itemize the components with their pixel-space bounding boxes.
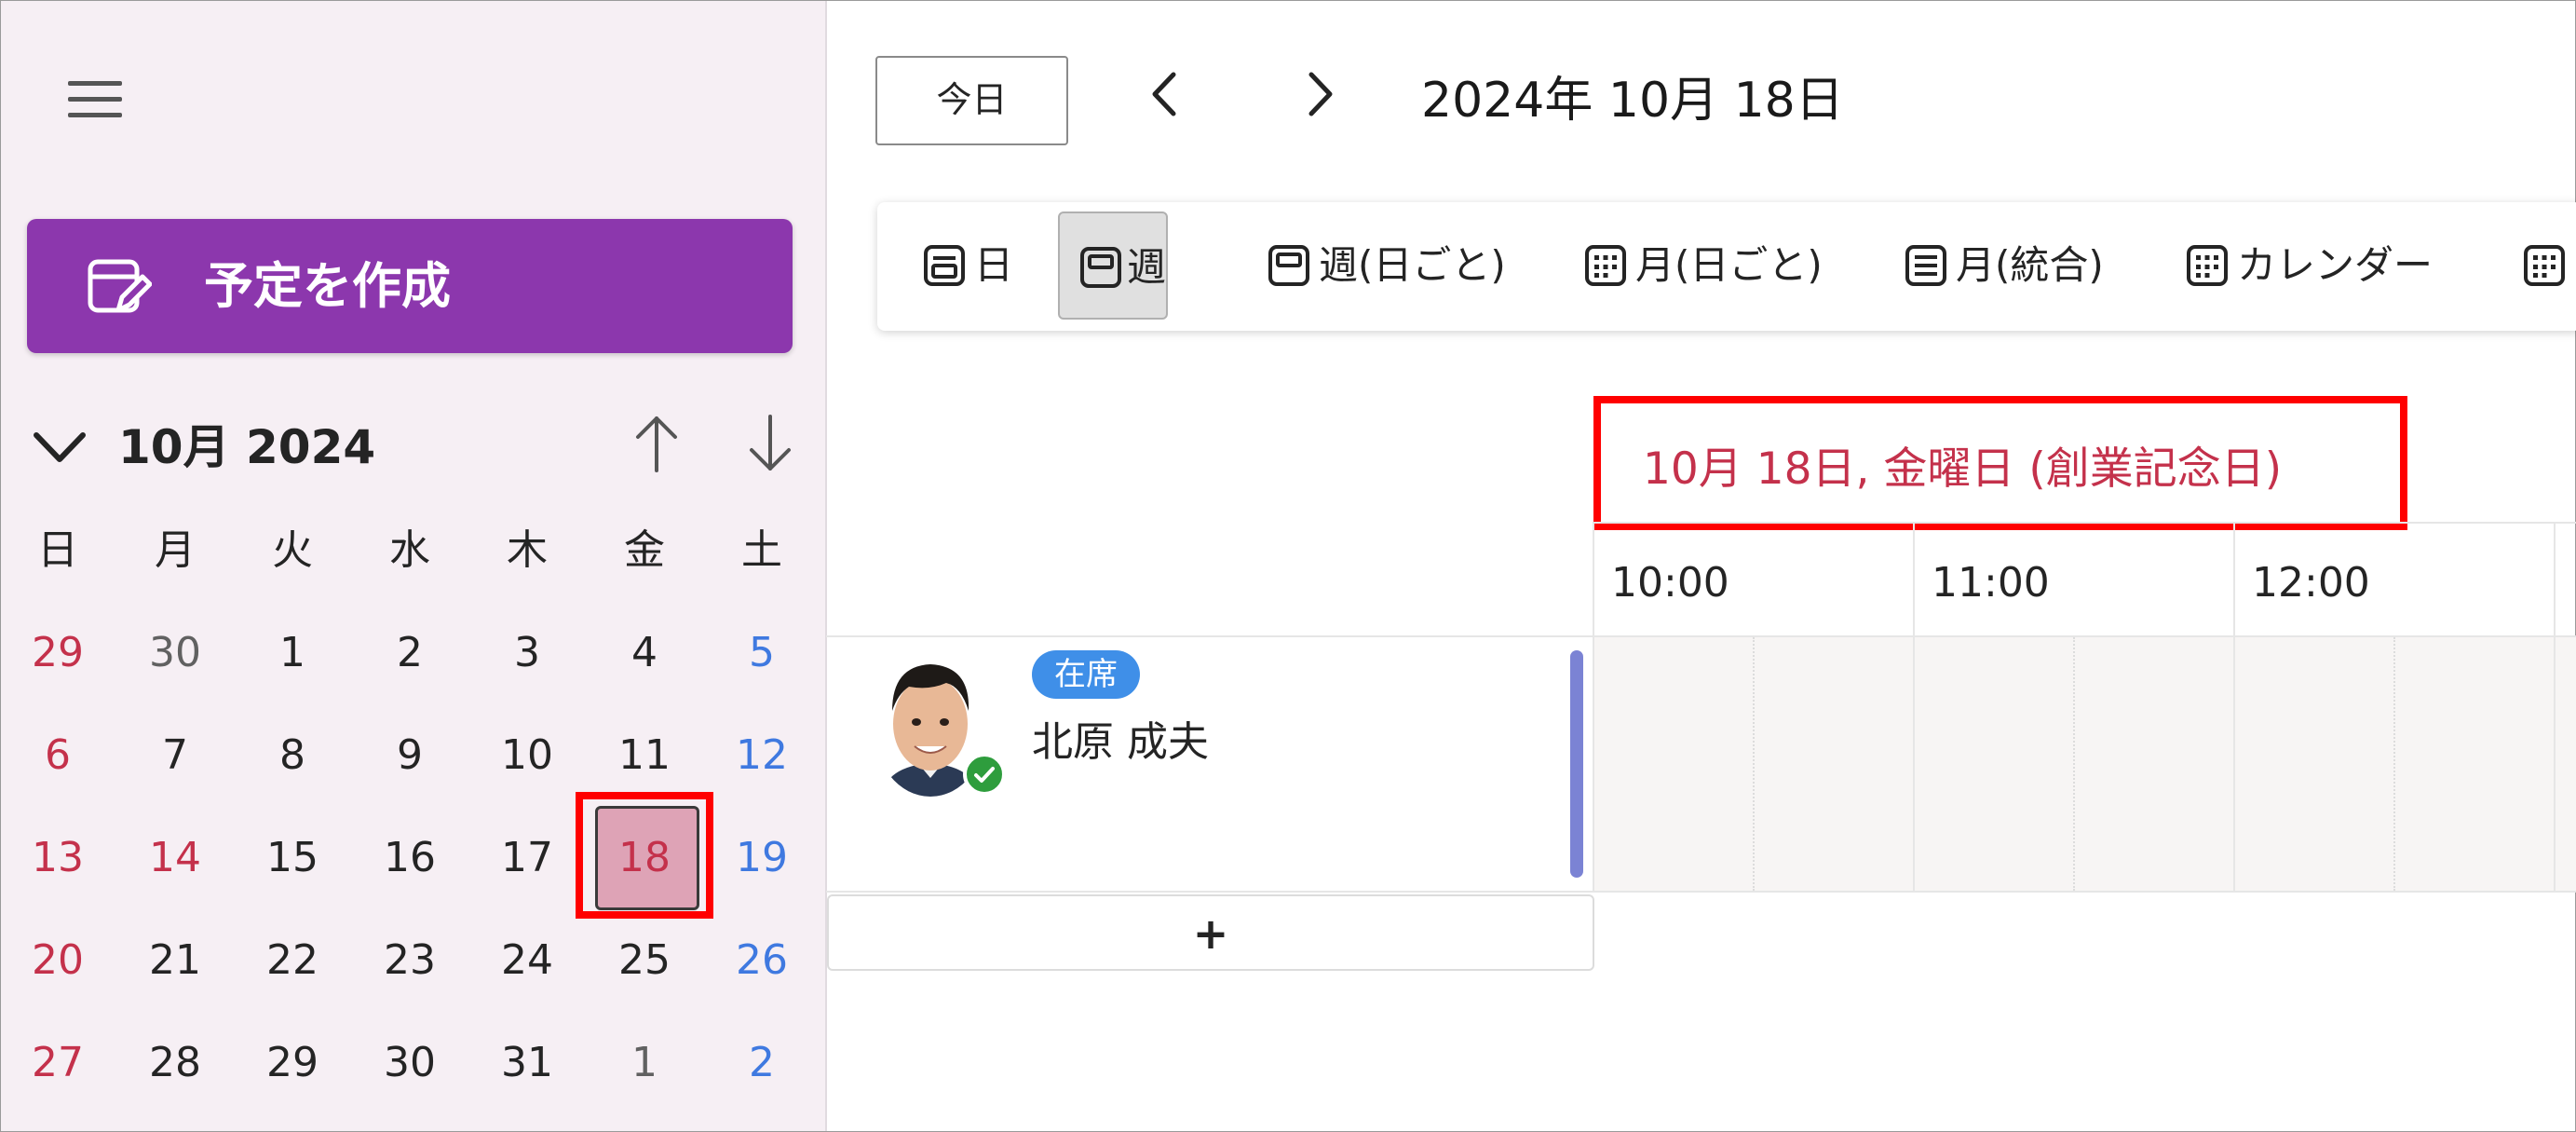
mini-calendar-day[interactable]: 23 xyxy=(351,933,468,989)
mini-calendar-day[interactable]: 9 xyxy=(351,728,468,784)
hamburger-menu-icon[interactable] xyxy=(68,81,124,122)
next-month-arrow-icon[interactable] xyxy=(742,411,798,476)
week-by-day-icon xyxy=(1268,245,1309,286)
weekday-header: 土 xyxy=(741,526,782,574)
view-toolbar: 日 週 週(日ごと) 月(日ごと) 月(統合) カレンダー xyxy=(877,202,2576,331)
calendar-view-icon xyxy=(2187,245,2228,286)
day-view-icon xyxy=(924,245,965,286)
annotation-box-selected-day xyxy=(576,792,713,919)
time-label-10: 10:00 xyxy=(1611,559,1729,607)
mini-calendar-day[interactable]: 11 xyxy=(586,728,703,784)
mini-calendar-day[interactable]: 24 xyxy=(468,933,586,989)
mini-calendar-day[interactable]: 3 xyxy=(468,625,586,681)
time-label-11: 11:00 xyxy=(1932,559,2050,607)
mini-calendar-day[interactable]: 28 xyxy=(116,1035,234,1091)
today-button[interactable]: 今日 xyxy=(875,56,1068,145)
time-label-12: 12:00 xyxy=(2252,559,2370,607)
mini-calendar-day[interactable]: 21 xyxy=(116,933,234,989)
mini-calendar-day[interactable]: 16 xyxy=(351,830,468,886)
mini-calendar-day[interactable]: 29 xyxy=(0,625,116,681)
view-day-button[interactable]: 日 xyxy=(915,211,1036,320)
mini-calendar-day[interactable]: 30 xyxy=(116,625,234,681)
grid-half-hour-line xyxy=(2073,637,2075,891)
mini-calendar-day[interactable]: 25 xyxy=(586,933,703,989)
mini-calendar-day[interactable]: 8 xyxy=(234,728,351,784)
mini-calendar-day[interactable]: 2 xyxy=(703,1035,820,1091)
view-day-label: 日 xyxy=(974,242,1014,288)
schedule-grid-cells[interactable] xyxy=(1594,637,2576,891)
presence-available-icon xyxy=(963,753,1006,796)
current-date-title: 2024年 10月 18日 xyxy=(1421,73,1844,129)
grid-view-icon xyxy=(2524,245,2565,286)
weekday-header: 日 xyxy=(37,526,78,574)
view-calendar-label: カレンダー xyxy=(2237,242,2434,288)
chevron-right-icon[interactable] xyxy=(1302,69,1339,119)
mini-calendar-day[interactable]: 30 xyxy=(351,1035,468,1091)
view-week-button[interactable]: 週 xyxy=(1058,211,1168,320)
view-calendar-button[interactable]: カレンダー xyxy=(2177,211,2457,320)
mini-calendar-day[interactable]: 31 xyxy=(468,1035,586,1091)
add-person-button[interactable]: + xyxy=(827,894,1594,971)
view-month-combined-label: 月(統合) xyxy=(1956,242,2104,288)
month-by-day-icon xyxy=(1585,245,1626,286)
mini-calendar-day[interactable]: 13 xyxy=(0,830,116,886)
annotation-box-day-header xyxy=(1593,396,2407,530)
mini-calendar-title[interactable]: 10月 2024 xyxy=(118,416,375,478)
person-row-bottom-line xyxy=(826,891,2576,893)
mini-calendar-day[interactable]: 27 xyxy=(0,1035,116,1091)
month-combined-icon xyxy=(1905,245,1946,286)
grid-hour-line xyxy=(2554,637,2556,891)
mini-calendar-day[interactable]: 5 xyxy=(703,625,820,681)
mini-calendar-day[interactable]: 14 xyxy=(116,830,234,886)
mini-calendar-day[interactable]: 1 xyxy=(234,625,351,681)
weekday-header: 金 xyxy=(624,526,665,574)
mini-calendar-day[interactable]: 19 xyxy=(703,830,820,886)
mini-calendar-header: 10月 2024 xyxy=(33,411,796,485)
compose-event-icon xyxy=(88,259,152,313)
mini-calendar-day[interactable]: 12 xyxy=(703,728,820,784)
mini-calendar-day[interactable]: 17 xyxy=(468,830,586,886)
mini-calendar-day[interactable]: 22 xyxy=(234,933,351,989)
view-month-by-day-label: 月(日ごと) xyxy=(1635,242,1823,288)
mini-calendar-day[interactable]: 4 xyxy=(586,625,703,681)
create-event-label: 予定を作成 xyxy=(204,258,451,315)
person-name[interactable]: 北原 成夫 xyxy=(1032,714,1209,771)
mini-calendar-day[interactable]: 7 xyxy=(116,728,234,784)
weekday-header: 水 xyxy=(389,526,430,574)
grid-half-hour-line xyxy=(1753,637,1755,891)
mini-calendar-day[interactable]: 1 xyxy=(586,1035,703,1091)
sidebar: 予定を作成 10月 2024 日月火水木金土 29 30 1 2 3 4 5 6 7 8 9 10 11 1… xyxy=(1,1,827,1131)
chevron-down-icon[interactable] xyxy=(33,428,87,469)
grid-hour-line xyxy=(2233,637,2235,891)
mini-calendar-day[interactable]: 26 xyxy=(703,933,820,989)
mini-calendar-day[interactable]: 29 xyxy=(234,1035,351,1091)
weekday-header: 火 xyxy=(272,526,313,574)
view-week-by-day-button[interactable]: 週(日ごと) xyxy=(1259,211,1539,320)
previous-month-arrow-icon[interactable] xyxy=(629,411,685,476)
mini-calendar-day[interactable]: 2 xyxy=(351,625,468,681)
create-event-button[interactable]: 予定を作成 xyxy=(27,219,793,353)
mini-calendar-day[interactable]: 6 xyxy=(0,728,116,784)
view-month-combined-button[interactable]: 月(統合) xyxy=(1896,211,2129,320)
week-view-icon xyxy=(1080,247,1121,288)
status-badge: 在席 xyxy=(1032,650,1140,699)
row-resize-handle[interactable] xyxy=(1570,650,1583,878)
mini-calendar-day[interactable]: 20 xyxy=(0,933,116,989)
grid-hour-line xyxy=(1593,637,1594,891)
time-header-top-line xyxy=(1594,522,2576,524)
mini-calendar-day[interactable]: 15 xyxy=(234,830,351,886)
grid-half-hour-line xyxy=(2393,637,2395,891)
weekday-header: 木 xyxy=(507,526,548,574)
mini-calendar-day[interactable]: 10 xyxy=(468,728,586,784)
view-week-label: 週 xyxy=(1127,244,1167,290)
weekday-header: 月 xyxy=(155,526,196,574)
grid-hour-line xyxy=(1913,637,1915,891)
view-week-by-day-label: 週(日ごと) xyxy=(1319,242,1506,288)
chevron-left-icon[interactable] xyxy=(1146,69,1183,119)
view-more-button[interactable] xyxy=(2515,211,2576,320)
view-month-by-day-button[interactable]: 月(日ごと) xyxy=(1576,211,1855,320)
